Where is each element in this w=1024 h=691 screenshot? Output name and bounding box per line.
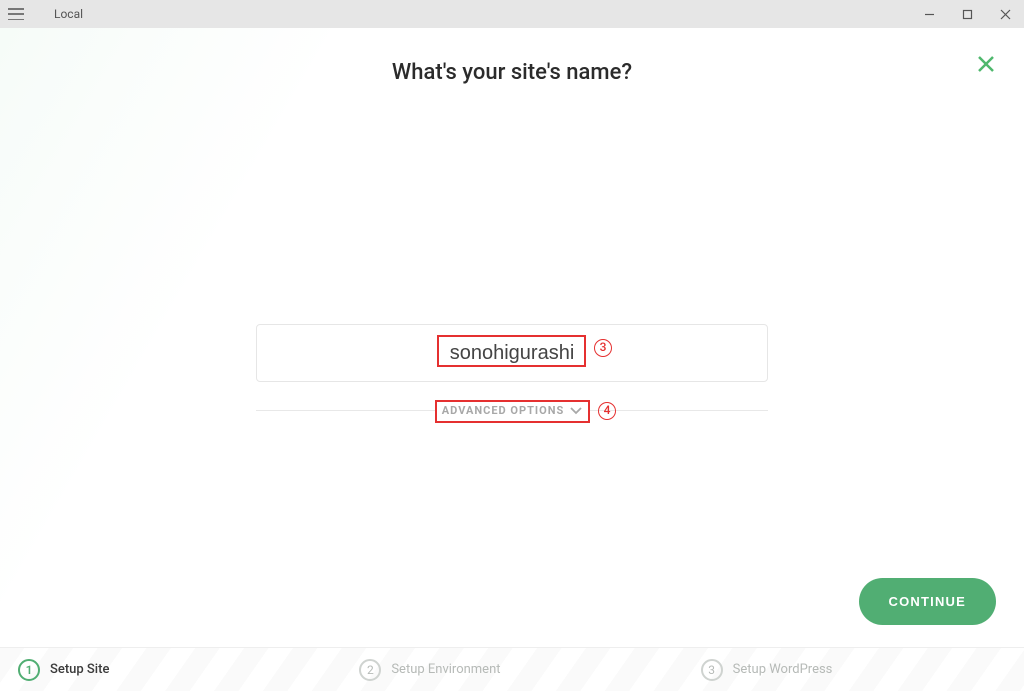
title-bar: Local: [0, 0, 1024, 28]
divider: [588, 410, 768, 411]
step-label: Setup Site: [50, 662, 109, 677]
app-title: Local: [54, 7, 83, 21]
hamburger-menu-icon[interactable]: [8, 8, 24, 20]
chevron-down-icon: [570, 407, 582, 415]
wizard-steps: 1 Setup Site 2 Setup Environment 3 Setup…: [0, 647, 1024, 691]
advanced-options-toggle[interactable]: ADVANCED OPTIONS: [436, 404, 588, 417]
site-name-form: ADVANCED OPTIONS: [256, 324, 768, 417]
step-setup-wordpress[interactable]: 3 Setup WordPress: [683, 648, 1024, 691]
step-setup-environment[interactable]: 2 Setup Environment: [341, 648, 682, 691]
page-title: What's your site's name?: [0, 28, 1024, 85]
step-setup-site[interactable]: 1 Setup Site: [0, 648, 341, 691]
close-dialog-button[interactable]: [976, 54, 996, 78]
step-number: 3: [701, 659, 723, 681]
continue-button[interactable]: CONTINUE: [859, 578, 997, 625]
step-label: Setup WordPress: [733, 662, 833, 677]
minimize-button[interactable]: [910, 0, 948, 28]
main-content: What's your site's name? ADVANCED OPTION…: [0, 28, 1024, 647]
advanced-options-row: ADVANCED OPTIONS: [256, 404, 768, 417]
close-window-button[interactable]: [986, 0, 1024, 28]
step-number: 2: [359, 659, 381, 681]
window-controls: [910, 0, 1024, 28]
maximize-button[interactable]: [948, 0, 986, 28]
divider: [256, 410, 436, 411]
step-label: Setup Environment: [391, 662, 500, 677]
step-number: 1: [18, 659, 40, 681]
site-name-input[interactable]: [256, 324, 768, 382]
advanced-options-label: ADVANCED OPTIONS: [442, 404, 564, 417]
